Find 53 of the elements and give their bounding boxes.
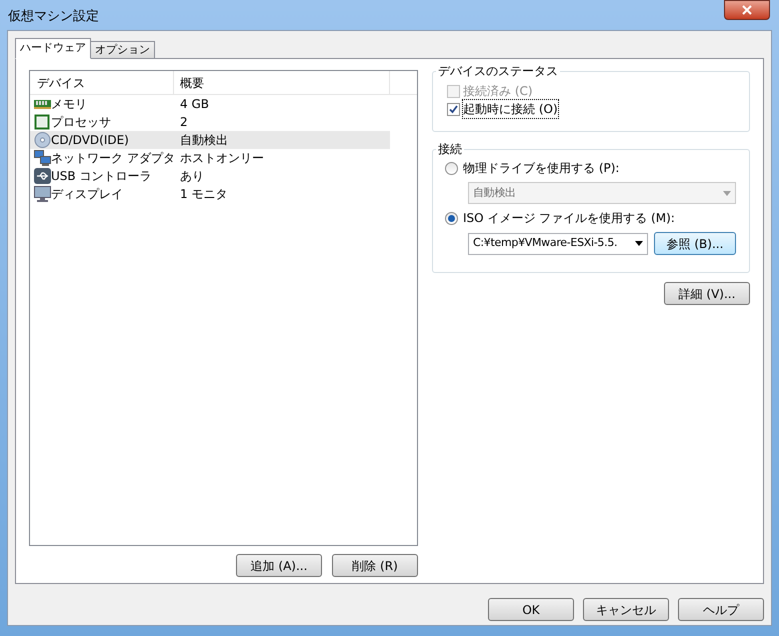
checkbox-label: 接続済み (C) — [463, 83, 533, 100]
dropdown-value: 自動検出 — [473, 184, 516, 201]
caret-icon — [635, 241, 643, 246]
device-name: ネットワーク アダプタ — [51, 150, 175, 167]
radio-label: 物理ドライブを使用する (P): — [463, 160, 620, 177]
window-title: 仮想マシン設定 — [8, 8, 99, 26]
list-action-button[interactable]: 追加 (A)... — [236, 554, 322, 577]
processor-icon — [34, 114, 51, 130]
device-summary: 4 GB — [179, 96, 209, 113]
network-icon — [34, 150, 51, 166]
checkbox-label: 起動時に接続 (O) — [463, 100, 558, 118]
device-name: メモリ — [51, 96, 87, 113]
device-name: CD/DVD(IDE) — [51, 132, 129, 149]
group-title: デバイスのステータス — [437, 63, 559, 80]
group-title: 接続 — [437, 141, 463, 158]
radio-button[interactable] — [445, 212, 458, 224]
tab[interactable]: ハードウェア — [15, 38, 91, 59]
dropdown-value: C:¥temp¥VMware-ESXi-5.5. — [473, 235, 618, 252]
advanced-button[interactable]: 詳細 (V)... — [664, 282, 750, 305]
checkbox[interactable] — [447, 102, 460, 116]
device-name: プロセッサ — [51, 114, 111, 131]
device-name: ディスプレイ — [51, 186, 123, 203]
dialog-button[interactable]: OK — [488, 598, 574, 621]
device-row[interactable]: ネットワーク アダプタ ホストオンリー — [30, 149, 390, 167]
device-summary: 1 モニタ — [179, 186, 228, 203]
dialog-button[interactable]: ヘルプ — [678, 598, 764, 621]
browse-button[interactable]: 参照 (B)... — [654, 232, 736, 255]
device-row[interactable]: メモリ 4 GB — [30, 95, 390, 113]
dropdown[interactable]: 自動検出 — [468, 182, 736, 204]
tab[interactable]: オプション — [90, 41, 155, 59]
device-row[interactable]: ディスプレイ 1 モニタ — [30, 185, 390, 203]
column-header[interactable]: 概要 — [174, 71, 390, 94]
usb-icon — [34, 168, 51, 184]
close-icon — [742, 5, 752, 15]
device-row[interactable]: USB コントローラ あり — [30, 167, 390, 185]
device-row[interactable]: プロセッサ 2 — [30, 113, 390, 131]
radio-label: ISO イメージ ファイルを使用する (M): — [463, 210, 675, 227]
caret-icon — [723, 190, 731, 196]
list-action-button[interactable]: 削除 (R) — [332, 554, 418, 577]
disc-icon — [34, 132, 51, 148]
device-row[interactable]: CD/DVD(IDE) 自動検出 — [30, 131, 390, 149]
close-button[interactable] — [724, 0, 770, 20]
device-summary: ホストオンリー — [179, 150, 264, 167]
dialog-button[interactable]: キャンセル — [583, 598, 669, 621]
device-summary: あり — [179, 168, 204, 185]
column-header[interactable]: デバイス — [30, 71, 174, 94]
checkmark-icon — [449, 104, 458, 114]
device-summary: 2 — [179, 114, 188, 131]
radio-button[interactable] — [445, 162, 458, 174]
dropdown[interactable]: C:¥temp¥VMware-ESXi-5.5. — [468, 232, 648, 254]
device-summary: 自動検出 — [179, 132, 228, 149]
monitor-icon — [34, 186, 51, 202]
device-name: USB コントローラ — [51, 168, 152, 185]
